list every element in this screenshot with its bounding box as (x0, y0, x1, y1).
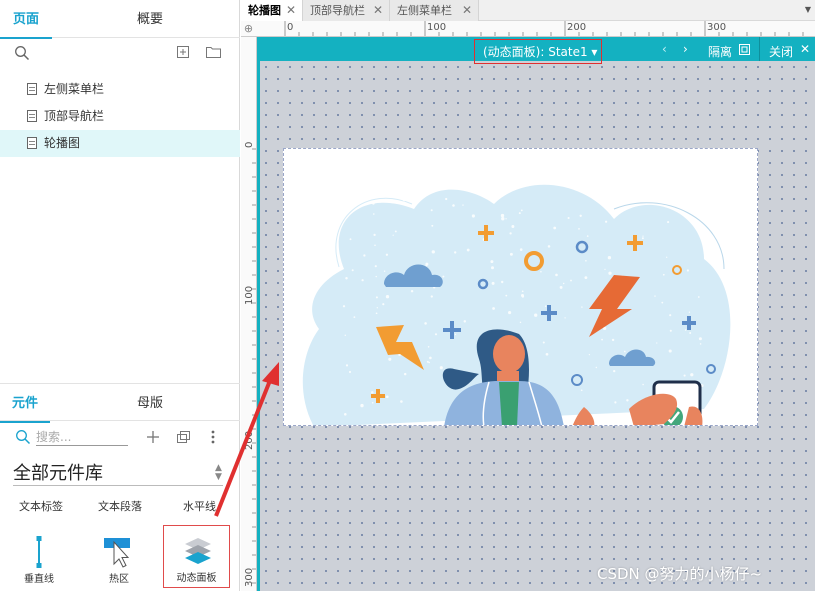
search-icon[interactable] (14, 45, 30, 61)
widget-horizontal-line[interactable]: 水平线 (183, 498, 216, 514)
widget-hotspot[interactable]: 热区 (86, 528, 152, 588)
ruler-label: 200 (244, 430, 255, 450)
library-select-underline (13, 485, 223, 486)
page-icon (27, 110, 37, 122)
ruler-label: 200 (567, 22, 587, 33)
isolate-button[interactable]: 隔离 (708, 43, 732, 60)
annotation-highlight-box (474, 39, 602, 64)
widget-text-paragraph[interactable]: 文本段落 (98, 498, 142, 514)
add-folder-icon[interactable] (206, 46, 221, 58)
isolate-icon[interactable] (739, 44, 750, 55)
page-icon (27, 137, 37, 149)
page-item-label: 轮播图 (44, 136, 81, 150)
library-stack-icon[interactable] (177, 431, 191, 443)
panel-edit-border (257, 61, 260, 591)
ruler-ticks (284, 21, 804, 36)
pages-toolbar (0, 38, 240, 68)
add-page-icon[interactable] (177, 46, 189, 58)
carousel-illustration (302, 184, 731, 425)
page-tree: 左侧菜单栏 顶部导航栏 轮播图 (0, 76, 240, 157)
dynamic-panel[interactable] (283, 148, 758, 426)
ruler-label: 100 (427, 22, 447, 33)
ruler-label: 300 (707, 22, 727, 33)
close-icon[interactable]: ✕ (286, 0, 296, 21)
ruler-vertical: 0 100 200 300 (241, 37, 257, 591)
doc-tab-label: 顶部导航栏 (310, 4, 365, 17)
page-icon (27, 83, 37, 95)
doc-tab-top-nav[interactable]: 顶部导航栏 ✕ (303, 0, 390, 21)
library-dropdown-icon[interactable]: ▲ ▼ (215, 464, 222, 482)
widgets-panel-tabs: 元件 母版 (0, 383, 240, 423)
hotspot-icon (104, 538, 130, 568)
document-tabs: 轮播图 ✕ 顶部导航栏 ✕ 左侧菜单栏 ✕ ▼ (241, 0, 815, 21)
tab-pages[interactable]: 页面 (0, 0, 52, 39)
page-item-label: 顶部导航栏 (44, 109, 105, 123)
pages-panel-tabs: 页面 概要 (0, 0, 240, 39)
ruler-horizontal: 0 100 200 300 (256, 21, 815, 37)
widget-dynamic-panel[interactable]: 动态面板 (163, 525, 230, 588)
previous-state-icon[interactable]: ‹ (662, 42, 667, 56)
add-icon[interactable] (147, 431, 159, 443)
tab-outline[interactable]: 概要 (120, 0, 180, 38)
more-options-icon[interactable] (211, 430, 215, 444)
library-select[interactable]: 全部元件库 (13, 459, 103, 485)
widget-label: 垂直线 (24, 574, 54, 585)
tab-masters[interactable]: 母版 (120, 384, 180, 422)
ruler-ticks (252, 148, 256, 584)
left-panel: 页面 概要 左侧菜单栏 顶部导航栏 轮播图 元件 母版 搜索... 全部元件库 … (0, 0, 240, 591)
next-state-icon[interactable]: › (683, 42, 688, 56)
close-icon[interactable]: ✕ (373, 0, 383, 21)
page-item-label: 左侧菜单栏 (44, 82, 105, 96)
doc-tab-label: 轮播图 (248, 4, 281, 17)
page-item-top-nav[interactable]: 顶部导航栏 (0, 103, 240, 130)
widget-vertical-line[interactable]: 垂直线 (6, 528, 72, 588)
vertical-line-icon (36, 536, 42, 568)
chevron-down-icon[interactable]: ▼ (805, 5, 811, 14)
ruler-label: 100 (244, 285, 255, 305)
dynamic-panel-state-bar: (动态面板): State1 ▾ ‹ › 隔离 关闭 ✕ (257, 37, 815, 64)
widget-label: 动态面板 (176, 573, 217, 584)
close-icon[interactable]: ✕ (800, 42, 810, 56)
close-icon[interactable]: ✕ (462, 0, 472, 21)
widget-label: 热区 (109, 574, 129, 585)
widget-text-label[interactable]: 文本标签 (19, 498, 63, 514)
page-item-left-menu[interactable]: 左侧菜单栏 (0, 76, 240, 103)
watermark: CSDN @努力的小杨仔~ (597, 565, 763, 583)
dynamic-panel-icon (185, 538, 211, 564)
close-panel-button[interactable]: 关闭 (769, 43, 793, 60)
ruler-label: 0 (244, 141, 255, 148)
widget-search-input[interactable]: 搜索... (36, 429, 128, 446)
ruler-label: 0 (287, 22, 294, 33)
doc-tab-carousel[interactable]: 轮播图 ✕ (241, 0, 303, 21)
ruler-label: 300 (244, 567, 255, 587)
doc-tab-label: 左侧菜单栏 (397, 4, 452, 17)
tab-widgets[interactable]: 元件 (0, 384, 50, 423)
divider (759, 37, 760, 61)
search-icon[interactable] (15, 429, 31, 445)
ruler-origin-icon[interactable]: ⊕ (241, 21, 257, 37)
page-item-carousel[interactable]: 轮播图 (0, 130, 240, 157)
doc-tab-left-menu[interactable]: 左侧菜单栏 ✕ (390, 0, 479, 21)
